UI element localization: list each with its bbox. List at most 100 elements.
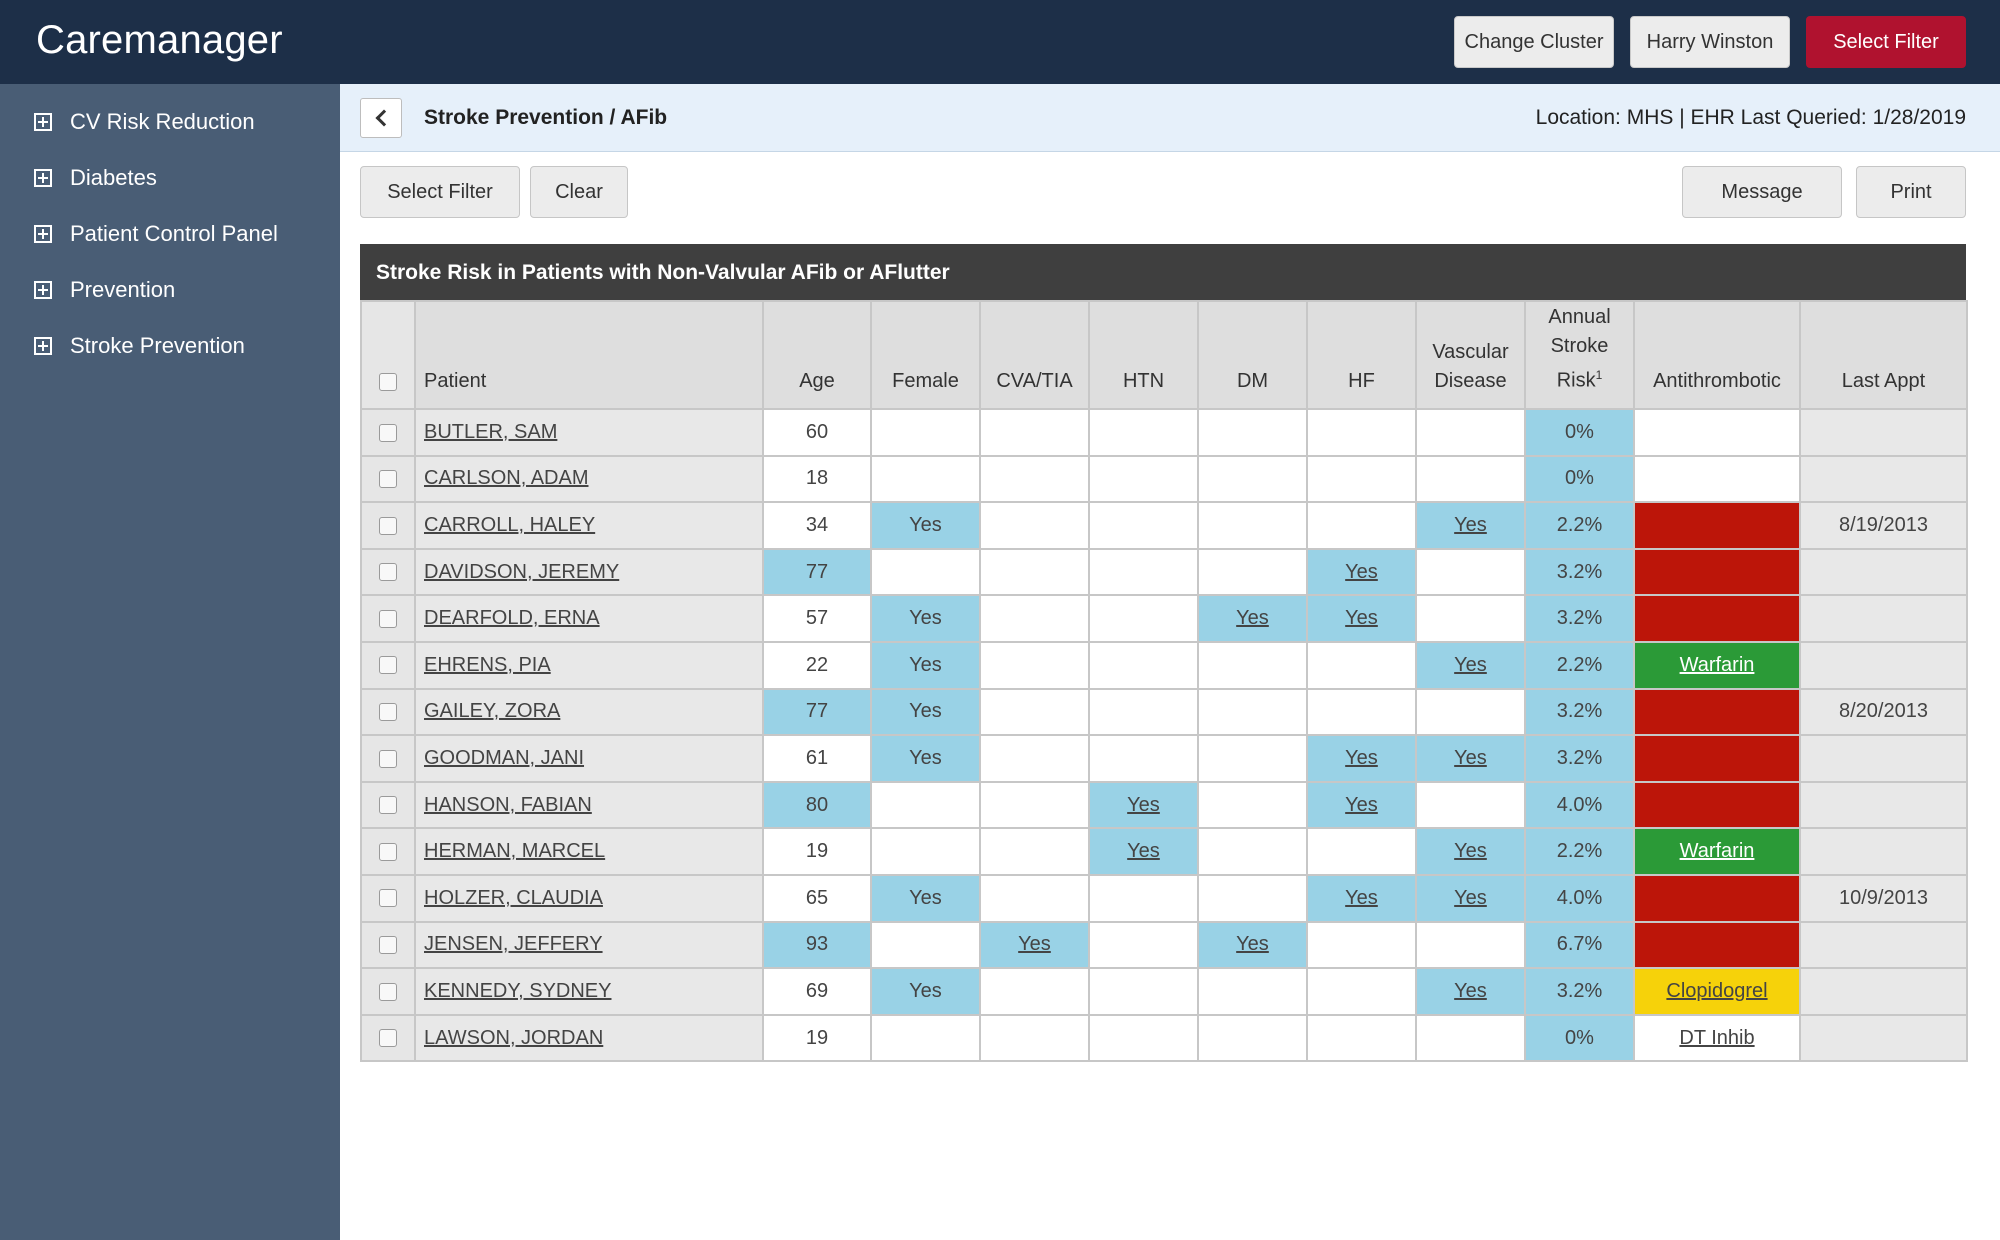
patient-link[interactable]: GOODMAN, JANI [424, 747, 584, 769]
col-cva-tia[interactable]: CVA/TIA [979, 300, 1090, 410]
row-checkbox[interactable] [379, 796, 397, 815]
sidebar-item-stroke-prevention[interactable]: Stroke Prevention [34, 326, 245, 366]
row-checkbox[interactable] [379, 842, 397, 861]
row-checkbox-cell [360, 734, 416, 783]
patient-link[interactable]: CARLSON, ADAM [424, 467, 588, 489]
last-appt-cell [1799, 780, 1968, 830]
dm-link[interactable]: Yes [1236, 607, 1269, 629]
col-age[interactable]: Age [762, 300, 872, 410]
patient-link[interactable]: HOLZER, CLAUDIA [424, 887, 603, 909]
patient-link[interactable]: HERMAN, MARCEL [424, 840, 605, 862]
col-female[interactable]: Female [870, 300, 981, 410]
table-row[interactable]: KENNEDY, SYDNEY 69 Yes Yes 3.2% Clopidogrel [360, 967, 1968, 1016]
row-checkbox[interactable] [379, 749, 397, 768]
table-row[interactable]: HOLZER, CLAUDIA 65 Yes Yes Yes 4.0% 10/9/2013 [360, 873, 1968, 923]
row-checkbox[interactable] [379, 1029, 397, 1048]
col-last-appt[interactable]: Last Appt [1799, 300, 1968, 410]
patient-link[interactable]: LAWSON, JORDAN [424, 1027, 603, 1049]
select-all-checkbox[interactable] [379, 372, 397, 391]
patient-link[interactable]: BUTLER, SAM [424, 421, 557, 443]
col-htn[interactable]: HTN [1088, 300, 1199, 410]
htn-cell [1088, 454, 1199, 504]
dm-link[interactable]: Yes [1236, 933, 1269, 955]
htn-cell [1088, 1013, 1199, 1063]
patient-link[interactable]: CARROLL, HALEY [424, 514, 595, 536]
antithrombotic-link[interactable]: Clopidogrel [1666, 980, 1767, 1002]
table-row[interactable]: HERMAN, MARCEL 19 Yes Yes 2.2% Warfarin [360, 827, 1968, 876]
print-button[interactable]: Print [1856, 166, 1966, 218]
sidebar-item-prevention[interactable]: Prevention [34, 270, 175, 310]
table-row[interactable]: DAVIDSON, JEREMY 77 Yes 3.2% [360, 547, 1968, 597]
antithrombotic-link[interactable]: Warfarin [1680, 840, 1755, 862]
location-info: Location: MHS | EHR Last Queried: 1/28/2… [1535, 106, 1966, 129]
top-select-filter-button[interactable]: Select Filter [1806, 16, 1966, 68]
vascular-link[interactable]: Yes [1454, 654, 1487, 676]
select-filter-button[interactable]: Select Filter [360, 166, 520, 218]
col-annual-stroke-risk[interactable]: Annual Stroke Risk1 [1524, 300, 1635, 410]
cva-cell [979, 967, 1090, 1016]
table-row[interactable]: GAILEY, ZORA 77 Yes 3.2% 8/20/2013 [360, 687, 1968, 737]
table-row[interactable]: LAWSON, JORDAN 19 0% DT Inhib [360, 1013, 1968, 1063]
antithrombotic-cell [1633, 873, 1801, 923]
user-button[interactable]: Harry Winston [1630, 16, 1790, 68]
hf-link[interactable]: Yes [1345, 607, 1378, 629]
htn-cell [1088, 501, 1199, 550]
row-checkbox[interactable] [379, 656, 397, 675]
table-row[interactable]: CARLSON, ADAM 18 0% [360, 454, 1968, 504]
col-patient[interactable]: Patient [414, 300, 764, 410]
cva-link[interactable]: Yes [1018, 933, 1051, 955]
patient-cell: DAVIDSON, JEREMY [414, 547, 764, 597]
vascular-link[interactable]: Yes [1454, 840, 1487, 862]
hf-link[interactable]: Yes [1345, 794, 1378, 816]
age-cell: 18 [762, 454, 872, 504]
table-row[interactable]: BUTLER, SAM 60 0% [360, 408, 1968, 457]
row-checkbox[interactable] [379, 936, 397, 955]
vascular-link[interactable]: Yes [1454, 887, 1487, 909]
message-button[interactable]: Message [1682, 166, 1842, 218]
table-row[interactable]: JENSEN, JEFFERY 93 Yes Yes 6.7% [360, 920, 1968, 970]
patient-cell: LAWSON, JORDAN [414, 1013, 764, 1063]
table-row[interactable]: CARROLL, HALEY 34 Yes Yes 2.2% 8/19/2013 [360, 501, 1968, 550]
vascular-link[interactable]: Yes [1454, 514, 1487, 536]
row-checkbox[interactable] [379, 609, 397, 628]
hf-link[interactable]: Yes [1345, 561, 1378, 583]
table-row[interactable]: EHRENS, PIA 22 Yes Yes 2.2% Warfarin [360, 640, 1968, 690]
clear-button[interactable]: Clear [530, 166, 628, 218]
htn-link[interactable]: Yes [1127, 840, 1160, 862]
htn-link[interactable]: Yes [1127, 794, 1160, 816]
antithrombotic-link[interactable]: Warfarin [1680, 654, 1755, 676]
vascular-link[interactable]: Yes [1454, 747, 1487, 769]
row-checkbox[interactable] [379, 703, 397, 722]
vascular-link[interactable]: Yes [1454, 980, 1487, 1002]
change-cluster-button[interactable]: Change Cluster [1454, 16, 1614, 68]
col-hf[interactable]: HF [1306, 300, 1417, 410]
patient-link[interactable]: KENNEDY, SYDNEY [424, 980, 611, 1002]
back-button[interactable] [360, 98, 402, 138]
patient-link[interactable]: DAVIDSON, JEREMY [424, 561, 619, 583]
col-dm[interactable]: DM [1197, 300, 1308, 410]
patient-link[interactable]: DEARFOLD, ERNA [424, 607, 600, 629]
table-row[interactable]: DEARFOLD, ERNA 57 Yes Yes Yes 3.2% [360, 594, 1968, 643]
table-row[interactable]: GOODMAN, JANI 61 Yes Yes Yes 3.2% [360, 734, 1968, 783]
row-checkbox[interactable] [379, 423, 397, 442]
row-checkbox[interactable] [379, 470, 397, 489]
sidebar-item-diabetes[interactable]: Diabetes [34, 158, 157, 198]
cva-cell [979, 1013, 1090, 1063]
col-antithrombotic[interactable]: Antithrombotic [1633, 300, 1801, 410]
patient-link[interactable]: GAILEY, ZORA [424, 700, 560, 722]
col-vascular-disease[interactable]: Vascular Disease [1415, 300, 1526, 410]
row-checkbox[interactable] [379, 563, 397, 582]
patient-link[interactable]: HANSON, FABIAN [424, 794, 592, 816]
antithrombotic-link[interactable]: DT Inhib [1679, 1027, 1754, 1049]
hf-link[interactable]: Yes [1345, 887, 1378, 909]
patient-link[interactable]: JENSEN, JEFFERY [424, 933, 603, 955]
row-checkbox[interactable] [379, 516, 397, 535]
patient-link[interactable]: EHRENS, PIA [424, 654, 551, 676]
table-row[interactable]: HANSON, FABIAN 80 Yes Yes 4.0% [360, 780, 1968, 830]
sidebar-item-cv-risk-reduction[interactable]: CV Risk Reduction [34, 102, 255, 142]
dm-cell [1197, 967, 1308, 1016]
row-checkbox[interactable] [379, 982, 397, 1001]
row-checkbox[interactable] [379, 889, 397, 908]
hf-link[interactable]: Yes [1345, 747, 1378, 769]
sidebar-item-patient-control-panel[interactable]: Patient Control Panel [34, 214, 278, 254]
